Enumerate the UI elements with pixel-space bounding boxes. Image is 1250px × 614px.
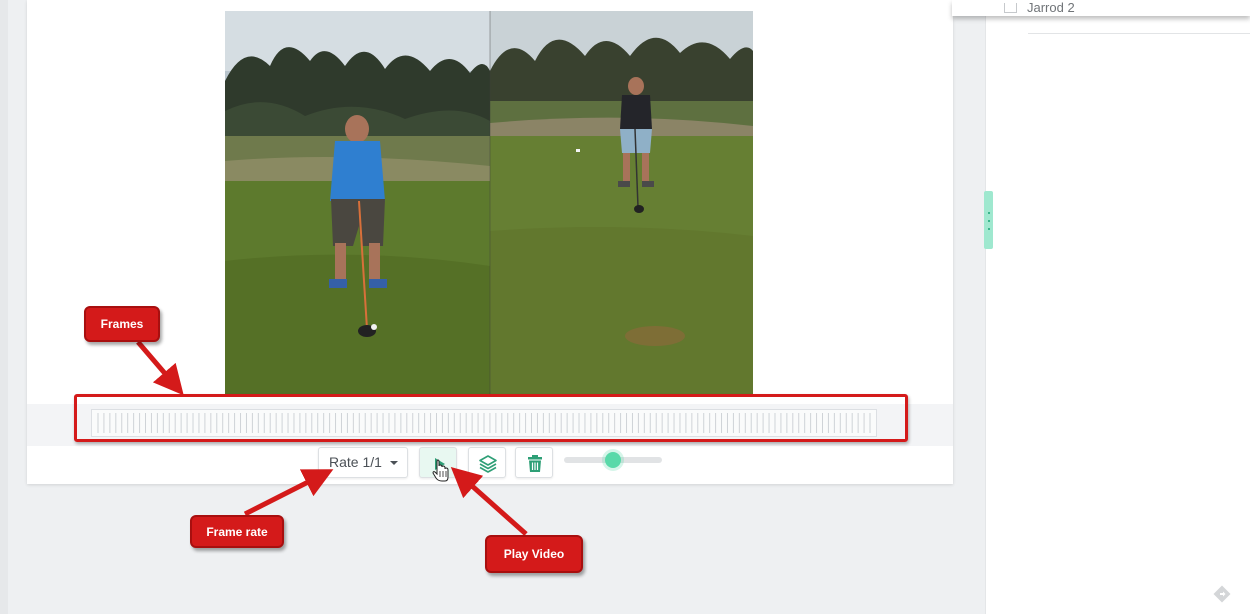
zoom-slider-thumb[interactable]	[605, 452, 621, 468]
play-video-callout: Play Video	[485, 535, 583, 573]
frame-rate-callout: Frame rate	[190, 515, 284, 548]
trash-icon	[528, 455, 542, 472]
diamond-arrow-icon[interactable]	[1212, 584, 1232, 604]
play-button[interactable]	[419, 447, 457, 482]
folder-icon	[1004, 3, 1017, 13]
sidebar-item-label[interactable]: Jarrod 2	[1027, 0, 1075, 15]
delete-button[interactable]	[515, 447, 553, 478]
sidebar-resize-handle[interactable]	[984, 191, 993, 249]
video-frame-image	[225, 11, 753, 394]
sidebar-divider	[1028, 33, 1250, 34]
layers-icon	[479, 455, 497, 473]
rate-select-label: Rate 1/1	[329, 454, 382, 470]
dropdown-panel-edge	[952, 0, 1250, 16]
hand-cursor-icon	[432, 459, 449, 482]
video-player[interactable]	[225, 11, 753, 394]
chevron-down-icon	[390, 461, 398, 465]
frames-highlight-box	[74, 394, 908, 442]
left-strip	[0, 0, 8, 614]
play-video-arrow	[450, 467, 528, 536]
video-area	[27, 0, 953, 404]
right-sidebar	[985, 0, 1250, 614]
frames-callout: Frames	[84, 306, 160, 342]
layers-button[interactable]	[468, 447, 506, 478]
rate-select[interactable]: Rate 1/1	[318, 447, 408, 478]
